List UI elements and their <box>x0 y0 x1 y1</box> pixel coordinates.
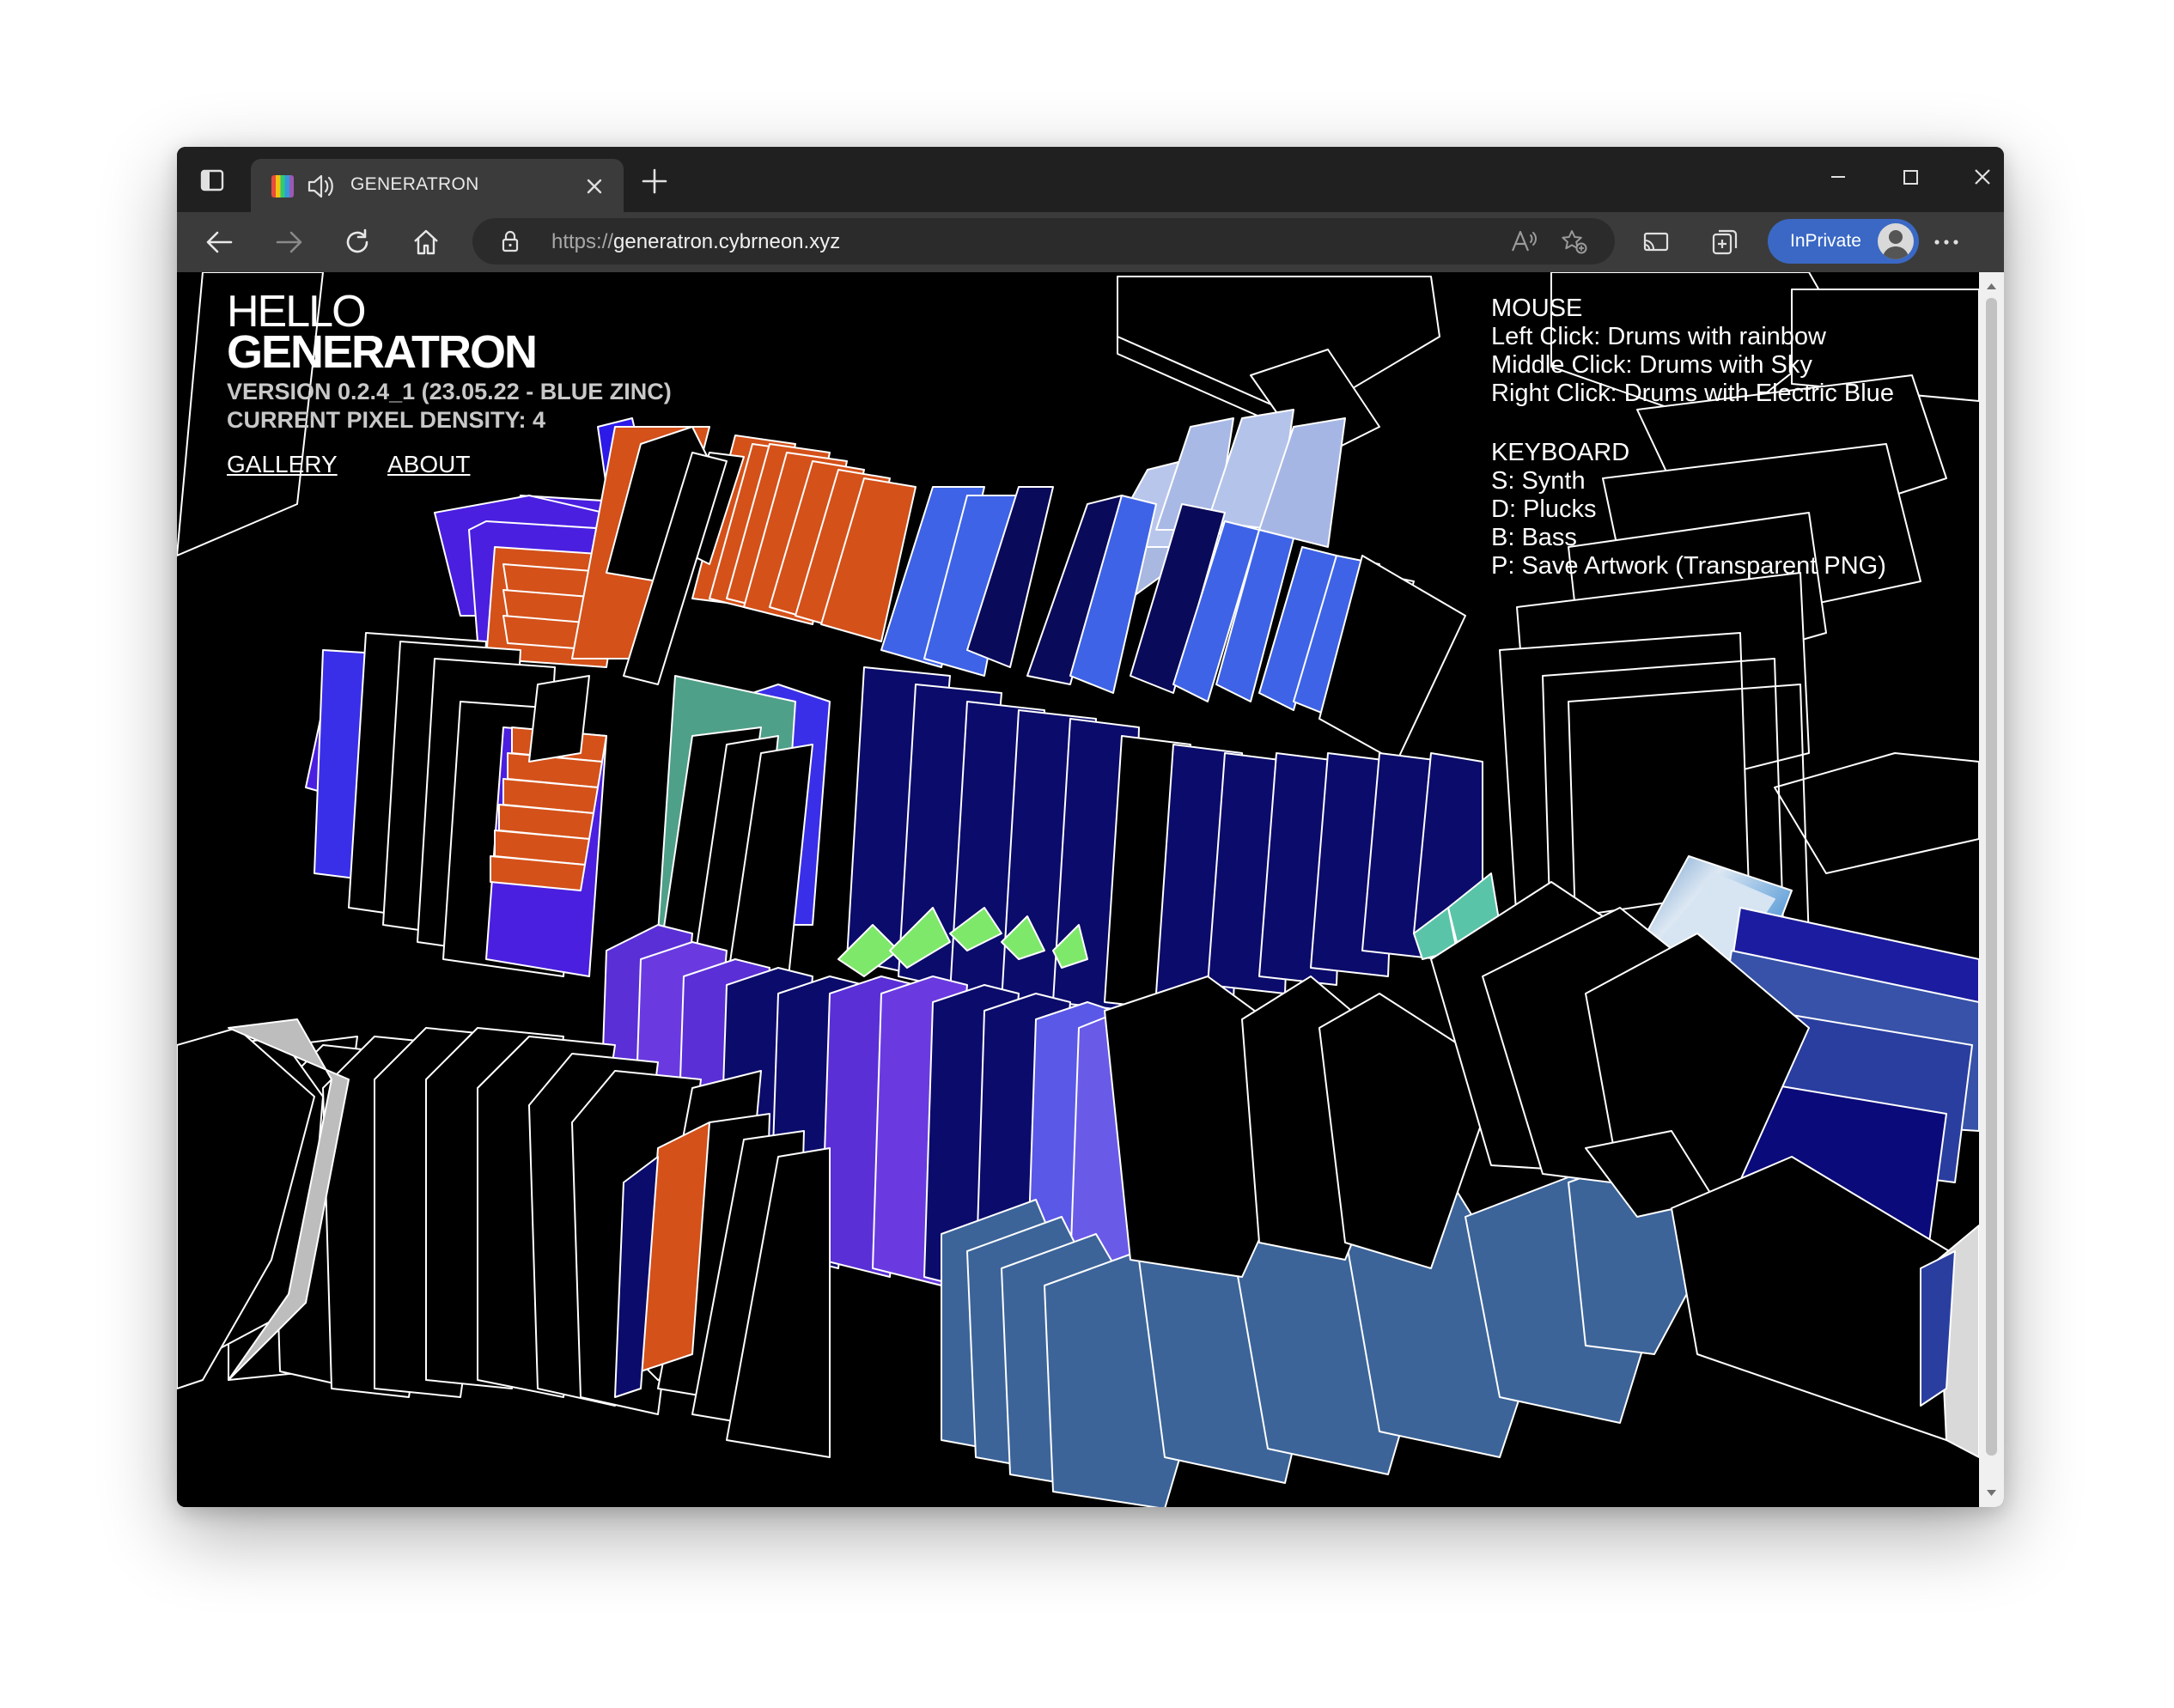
mouse-heading: MOUSE <box>1491 295 1583 322</box>
speaker-icon[interactable] <box>306 173 335 200</box>
url-text[interactable]: https://generatron.cybrneon.xyz <box>551 230 840 254</box>
more-icon <box>1934 240 1958 245</box>
refresh-icon <box>346 228 368 253</box>
about-link[interactable]: ABOUT <box>387 451 470 478</box>
inprivate-label: InPrivate <box>1790 231 1861 251</box>
tab-actions-icon[interactable] <box>194 162 230 198</box>
home-icon <box>414 229 438 255</box>
vertical-scrollbar[interactable] <box>1979 272 2004 1507</box>
gallery-link[interactable]: GALLERY <box>227 451 338 478</box>
pixel-density-text: CURRENT PIXEL DENSITY: 4 <box>227 407 546 433</box>
settings-menu-button[interactable] <box>1926 222 1967 263</box>
scroll-down-icon[interactable] <box>1985 1488 1998 1498</box>
keyboard-heading: KEYBOARD <box>1491 439 1630 466</box>
brand-title: GENERATRON <box>227 326 538 378</box>
mouse-instruction: Left Click: Drums with rainbow <box>1491 323 1826 350</box>
minimize-icon[interactable] <box>1812 159 1864 195</box>
back-button[interactable] <box>199 222 241 263</box>
url-host: generatron.cybrneon.xyz <box>613 230 841 253</box>
mouse-instruction: Right Click: Drums with Electric Blue <box>1491 380 1894 407</box>
collections-button[interactable] <box>1704 222 1745 263</box>
mouse-instruction: Middle Click: Drums with Sky <box>1491 351 1812 379</box>
close-tab-icon[interactable] <box>582 174 606 198</box>
active-tab[interactable]: GENERATRON <box>251 159 624 212</box>
home-button[interactable] <box>405 222 447 263</box>
site-favicon-icon <box>271 175 294 198</box>
collections-icon <box>1712 229 1738 255</box>
keyboard-instruction: S: Synth <box>1491 467 1586 495</box>
person-icon <box>1882 230 1909 259</box>
address-bar[interactable]: https://generatron.cybrneon.xyz <box>472 218 1615 264</box>
keyboard-instruction: P: Save Artwork (Transparent PNG) <box>1491 552 1886 580</box>
url-scheme: https:// <box>551 230 614 253</box>
tab-strip: GENERATRON <box>177 147 2004 212</box>
page-viewport: HELLO GENERATRON VERSION 0.2.4_1 (23.05.… <box>177 272 1979 1507</box>
maximize-icon[interactable] <box>1885 159 1936 195</box>
inprivate-badge[interactable]: InPrivate <box>1768 219 1919 264</box>
close-window-icon[interactable] <box>1957 159 2004 195</box>
keyboard-instruction: D: Plucks <box>1491 495 1597 523</box>
browser-window: GENERATRON https://generatron.cybrneon.x… <box>177 147 2004 1507</box>
arrow-left-icon <box>206 231 233 253</box>
tab-title: GENERATRON <box>350 174 479 194</box>
arrow-right-icon <box>276 231 302 253</box>
scroll-up-icon[interactable] <box>1985 281 1998 291</box>
forward-button[interactable] <box>268 222 309 263</box>
add-favorite-icon[interactable] <box>1560 228 1587 254</box>
cast-icon <box>1643 232 1669 252</box>
browser-toolbar: https://generatron.cybrneon.xyz InPrivat… <box>177 212 2004 272</box>
keyboard-instruction: B: Bass <box>1491 524 1577 551</box>
lock-icon[interactable] <box>498 229 522 253</box>
read-aloud-icon[interactable] <box>1510 228 1538 254</box>
new-tab-icon[interactable] <box>637 164 672 198</box>
scrollbar-thumb[interactable] <box>1986 298 1997 1456</box>
cast-button[interactable] <box>1635 222 1677 263</box>
refresh-button[interactable] <box>337 222 378 263</box>
version-text: VERSION 0.2.4_1 (23.05.22 - BLUE ZINC) <box>227 379 672 404</box>
profile-avatar <box>1878 223 1914 259</box>
